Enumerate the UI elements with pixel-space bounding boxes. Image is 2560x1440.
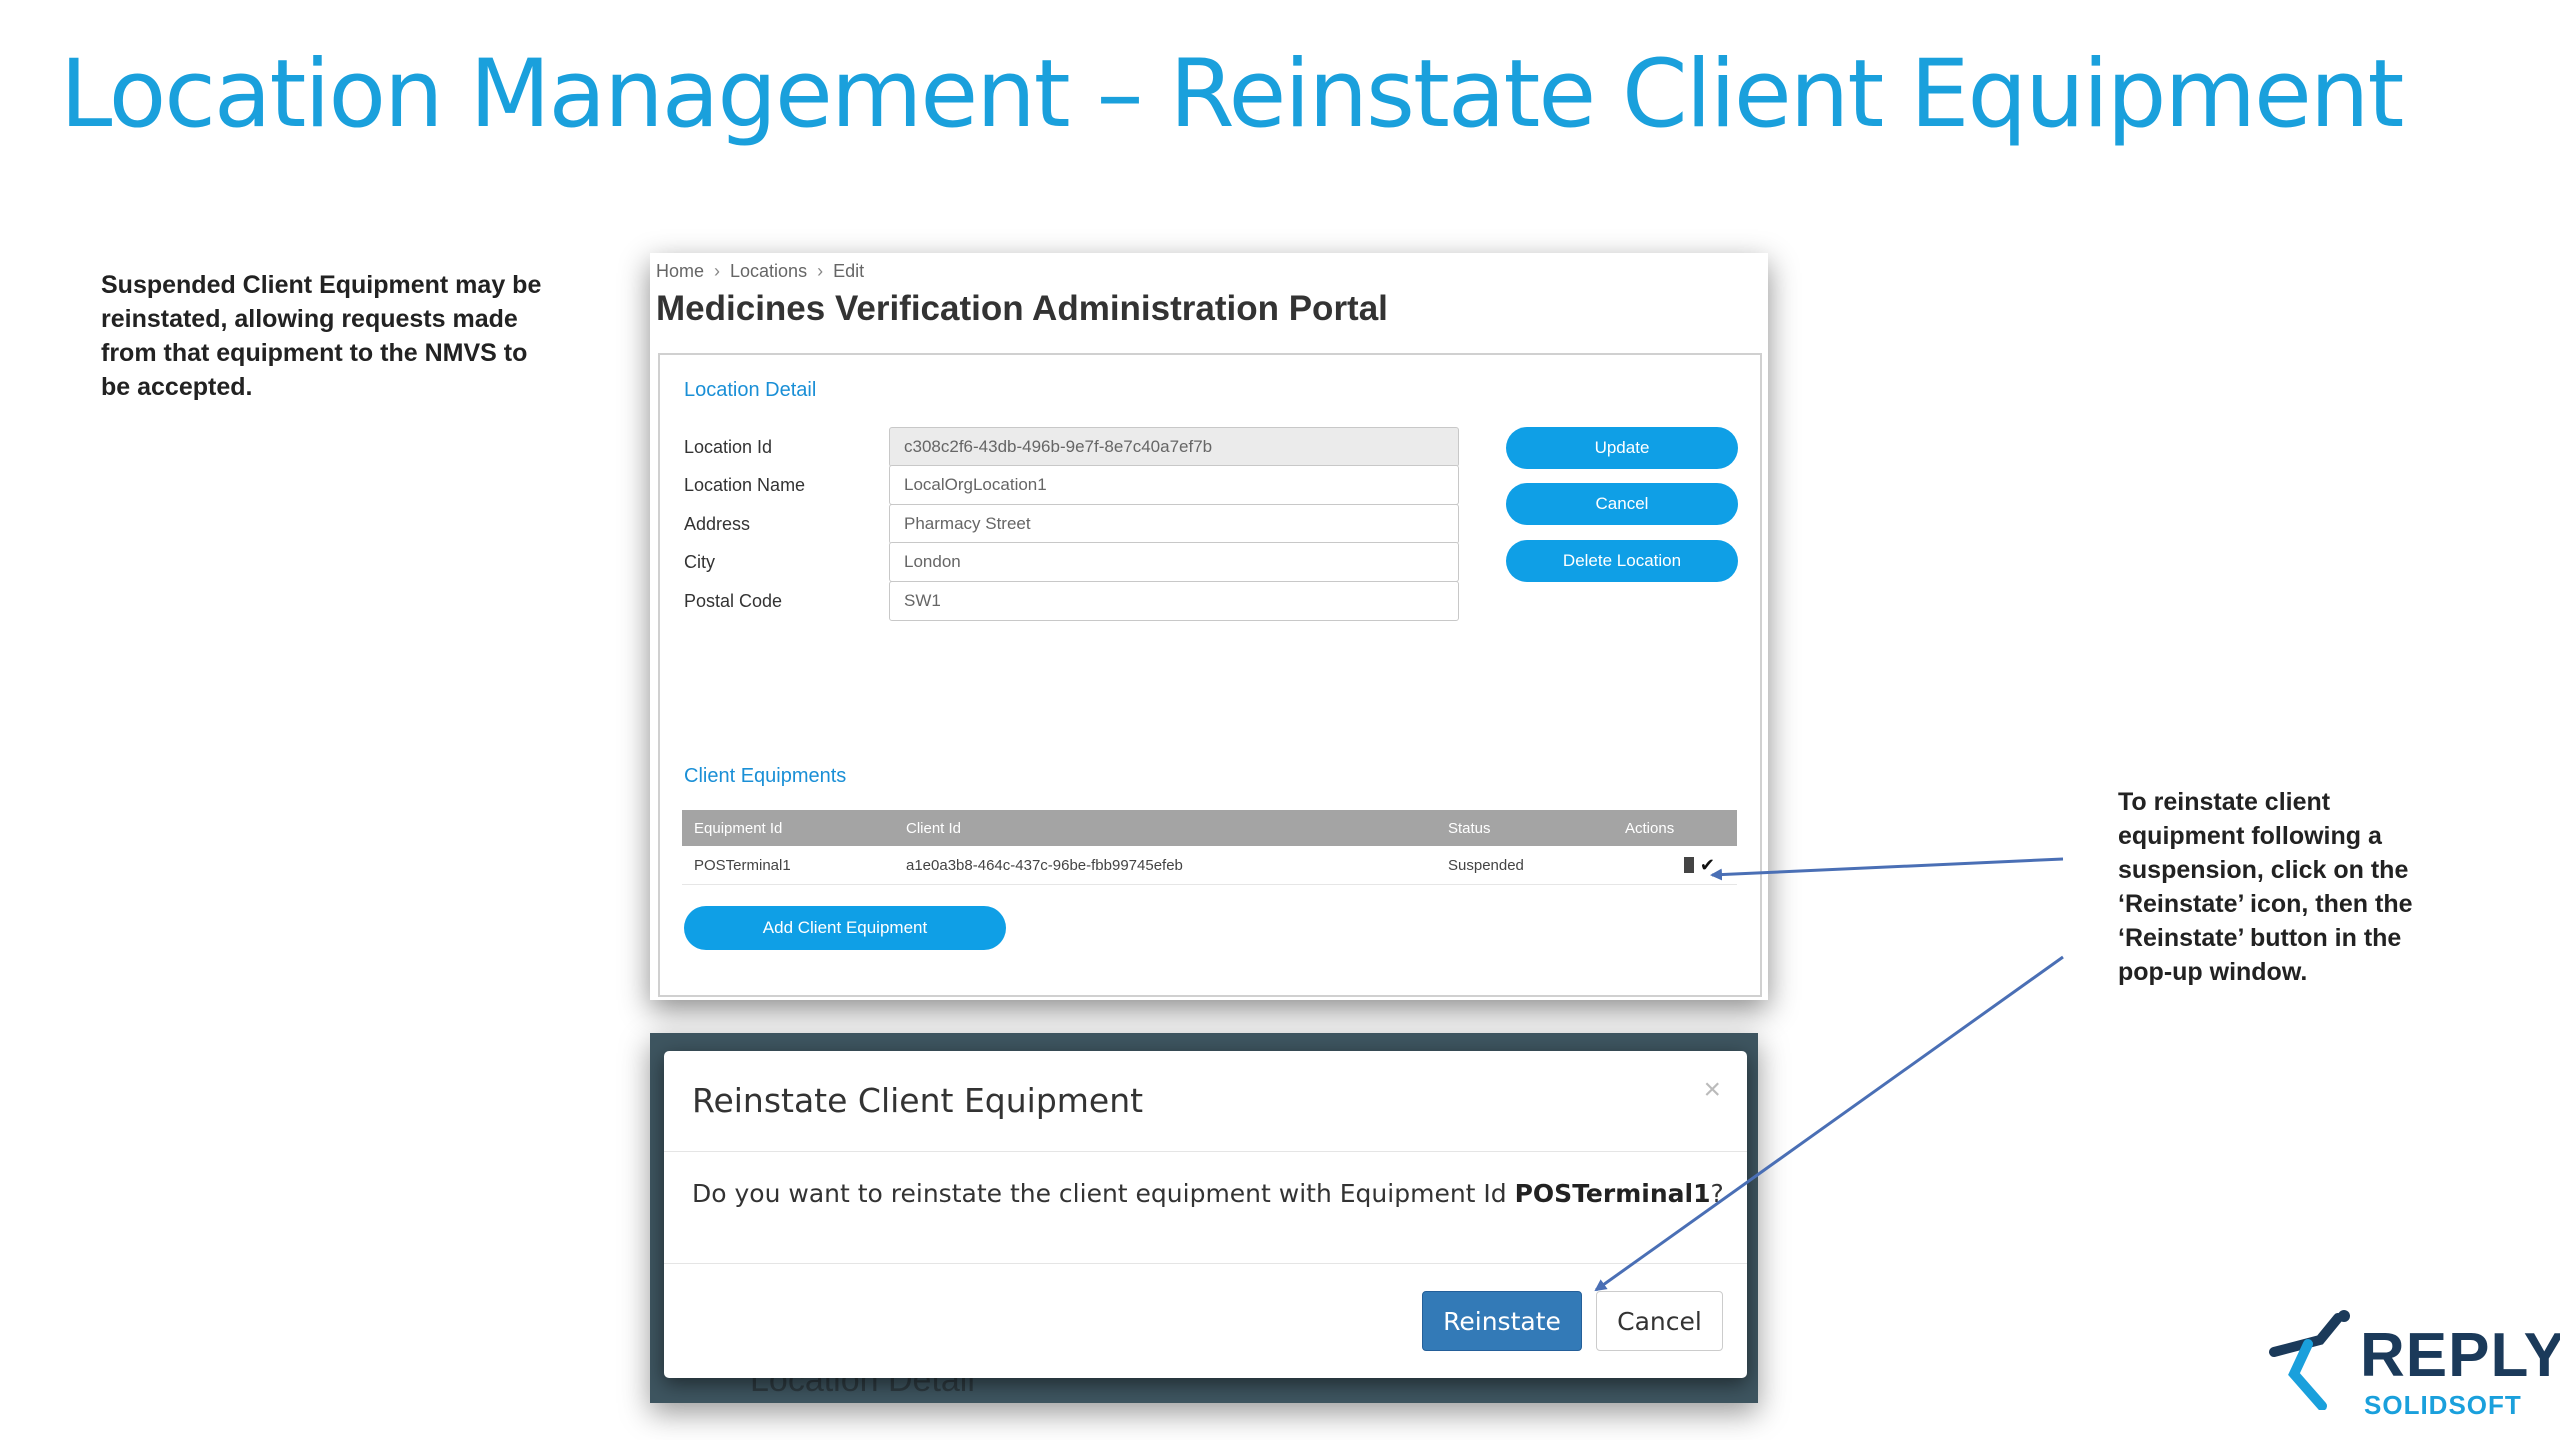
runner-icon [2269,1310,2350,1411]
logo-subtitle: SOLIDSOFT [2364,1390,2522,1420]
reply-solidsoft-logo: REPLY SOLIDSOFT [2268,1310,2560,1420]
callout-arrows [1594,857,2064,1292]
arrow-to-reinstate-icon [1710,857,2064,881]
logo-wordmark: REPLY [2360,1321,2560,1390]
arrow-to-reinstate-button [1594,955,2064,1292]
